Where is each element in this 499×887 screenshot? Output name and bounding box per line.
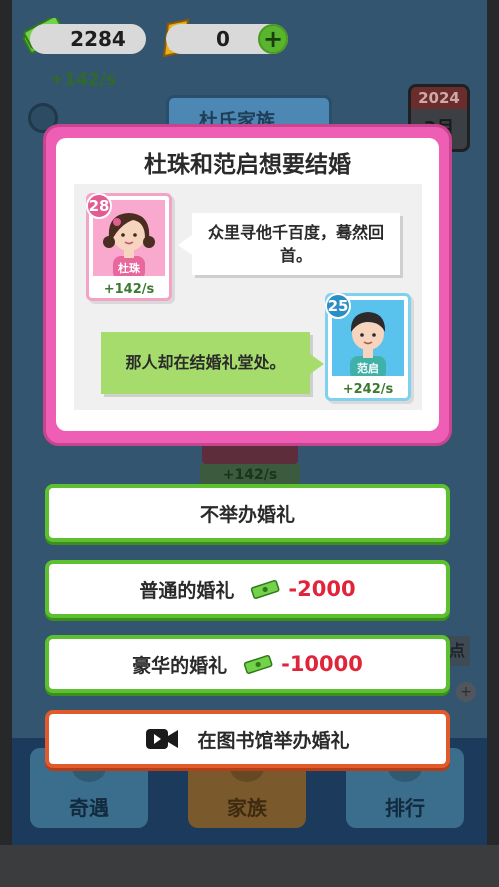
luxury-wedding-label: 豪华的婚礼 [132, 654, 228, 677]
female-speech-bubble: 众里寻他千百度，蓦然回首。 [178, 213, 400, 275]
male-speech-bubble: 那人却在结婚礼堂处。 [101, 332, 324, 394]
right-edge [487, 0, 499, 845]
background-plus-icon: + [456, 682, 476, 702]
female-income-rate: +142/s [103, 282, 155, 297]
male-avatar-card: 25 范启 +242/s [325, 293, 411, 401]
calendar-year: 2024 [411, 87, 467, 109]
nav-family-label: 家族 [227, 796, 267, 820]
male-age-badge: 25 [325, 293, 351, 319]
normal-wedding-cost: -2000 [288, 577, 356, 601]
dialog-title: 杜珠和范启想要结婚 [144, 152, 351, 178]
nav-adventure-label: 奇遇 [69, 796, 109, 820]
no-wedding-label: 不举办婚礼 [199, 503, 295, 526]
male-name: 范启 [357, 362, 379, 375]
income-rate: +142/s [50, 70, 117, 90]
female-name: 杜珠 [118, 262, 140, 275]
video-camera-icon [146, 729, 179, 749]
cash-icon [243, 654, 273, 674]
male-income-rate: +242/s [342, 382, 394, 397]
luxury-wedding-cost: -10000 [281, 652, 363, 676]
nav-ranking-label: 排行 [385, 796, 425, 820]
female-age-badge: 28 [86, 193, 112, 219]
female-avatar-card: 28 杜珠 +142/s [86, 193, 172, 301]
cash-icon [251, 579, 280, 599]
background-character-rate: +142/s [200, 464, 300, 486]
luxury-wedding-button[interactable]: 豪华的婚礼 -10000 [45, 635, 450, 693]
add-gold-button[interactable]: + [258, 24, 288, 54]
system-bottom-band [0, 845, 499, 887]
normal-wedding-label: 普通的婚礼 [139, 579, 235, 602]
library-wedding-label: 在图书馆举办婚礼 [197, 729, 350, 752]
library-wedding-video-button[interactable]: 在图书馆举办婚礼 [45, 710, 450, 768]
gold-value: 0 [216, 27, 230, 51]
no-wedding-button[interactable]: 不举办婚礼 [45, 484, 450, 542]
left-edge [0, 0, 12, 845]
cash-value: 2284 [70, 27, 126, 51]
normal-wedding-button[interactable]: 普通的婚礼 -2000 [45, 560, 450, 618]
cash-counter: 2284 [30, 24, 146, 54]
